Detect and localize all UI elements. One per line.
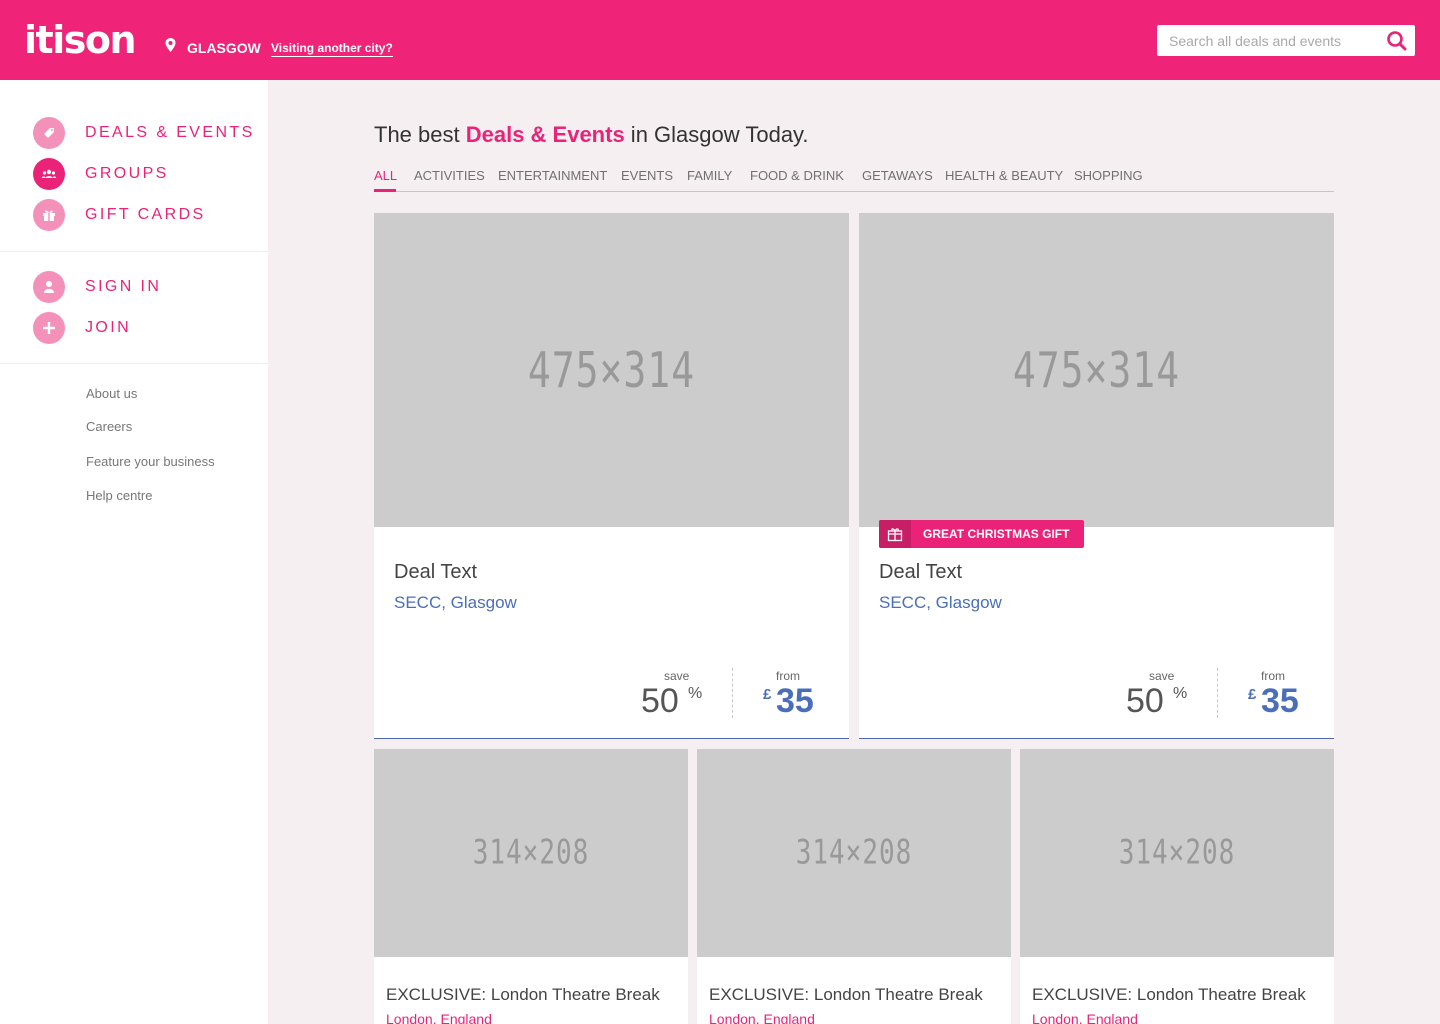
nav-label: DEALS & EVENTS xyxy=(85,124,255,141)
active-tab-indicator xyxy=(374,189,396,192)
help-centre-link[interactable]: Help centre xyxy=(86,488,152,503)
nav-groups[interactable]: GROUPS xyxy=(33,158,253,190)
tab-food-drink[interactable]: FOOD & DRINK xyxy=(750,168,844,183)
tab-entertainment[interactable]: ENTERTAINMENT xyxy=(498,168,607,183)
tab-health-beauty[interactable]: HEALTH & BEAUTY xyxy=(945,168,1063,183)
deal-image: 475×314 xyxy=(374,213,849,527)
careers-link[interactable]: Careers xyxy=(86,419,132,434)
nav-label: GROUPS xyxy=(85,165,169,182)
christmas-gift-badge: GREAT CHRISTMAS GIFT xyxy=(879,520,1084,548)
tag-icon xyxy=(33,117,65,149)
nav-label: GIFT CARDS xyxy=(85,206,206,223)
currency-symbol: £ xyxy=(763,686,772,703)
itison-logo[interactable]: itison xyxy=(24,16,137,64)
image-size-label: 475×314 xyxy=(527,341,696,399)
title-prefix: The best xyxy=(374,122,466,147)
deal-card-featured[interactable]: 475×314 Deal Text SECC, Glasgow save 50 … xyxy=(374,213,849,739)
tab-family[interactable]: FAMILY xyxy=(687,168,732,183)
deal-image: 314×208 xyxy=(1020,749,1334,957)
deal-image: 475×314 xyxy=(859,213,1334,527)
tab-getaways[interactable]: GETAWAYS xyxy=(862,168,933,183)
save-percent-value: 50 xyxy=(1126,682,1164,720)
tab-events[interactable]: EVENTS xyxy=(621,168,673,183)
image-size-label: 314×208 xyxy=(1118,833,1236,873)
about-us-link[interactable]: About us xyxy=(86,386,137,401)
people-icon xyxy=(33,158,65,190)
deal-image: 314×208 xyxy=(697,749,1011,957)
current-city: GLASGOW xyxy=(187,40,261,56)
nav-join[interactable]: JOIN xyxy=(33,312,253,344)
title-highlight: Deals & Events xyxy=(465,122,625,147)
tab-activities[interactable]: ACTIVITIES xyxy=(414,168,485,183)
location-pin-icon xyxy=(165,38,176,52)
deal-location: London, England xyxy=(1032,1011,1138,1024)
top-bar: itison GLASGOW Visiting another city? xyxy=(0,0,1440,80)
save-percent-value: 50 xyxy=(641,682,679,720)
nav-label: JOIN xyxy=(85,319,132,336)
deal-card[interactable]: 314×208 EXCLUSIVE: London Theatre Break … xyxy=(1020,749,1334,1024)
page-title: The best Deals & Events in Glasgow Today… xyxy=(374,121,809,149)
currency-symbol: £ xyxy=(1248,686,1257,703)
deal-location: London, England xyxy=(709,1011,815,1024)
visiting-another-city-link[interactable]: Visiting another city? xyxy=(271,41,393,57)
image-size-label: 314×208 xyxy=(795,833,913,873)
user-icon xyxy=(33,271,65,303)
search-box xyxy=(1157,25,1415,56)
deal-title: Deal Text xyxy=(879,561,963,583)
deal-title: EXCLUSIVE: London Theatre Break xyxy=(709,985,983,1004)
badge-text: GREAT CHRISTMAS GIFT xyxy=(923,527,1070,541)
deal-card-featured[interactable]: 475×314 GREAT CHRISTMAS GIFT Deal Text S… xyxy=(859,213,1334,739)
image-size-label: 314×208 xyxy=(472,833,590,873)
tab-all[interactable]: ALL xyxy=(374,168,397,183)
deal-title: EXCLUSIVE: London Theatre Break xyxy=(386,985,660,1004)
gift-icon xyxy=(33,199,65,231)
nav-label: SIGN IN xyxy=(85,278,162,295)
deal-card[interactable]: 314×208 EXCLUSIVE: London Theatre Break … xyxy=(697,749,1011,1024)
deal-image: 314×208 xyxy=(374,749,688,957)
gift-icon xyxy=(879,520,911,548)
category-tabs: ALL ACTIVITIES ENTERTAINMENT EVENTS FAMI… xyxy=(374,166,1334,192)
nav-sign-in[interactable]: SIGN IN xyxy=(33,271,253,303)
deal-card[interactable]: 314×208 EXCLUSIVE: London Theatre Break … xyxy=(374,749,688,1024)
price-divider xyxy=(732,668,733,718)
nav-gift-cards[interactable]: GIFT CARDS xyxy=(33,199,253,231)
deal-price: 35 xyxy=(776,682,814,720)
sidebar-divider xyxy=(0,251,268,252)
deal-location: London, England xyxy=(386,1011,492,1024)
sidebar: DEALS & EVENTS GROUPS GIFT CARDS SIGN IN… xyxy=(0,80,268,1024)
price-divider xyxy=(1217,668,1218,718)
deal-location: SECC, Glasgow xyxy=(394,593,517,612)
image-size-label: 475×314 xyxy=(1012,341,1181,399)
deal-title: Deal Text xyxy=(394,561,478,583)
deal-location: SECC, Glasgow xyxy=(879,593,1002,612)
deal-title: EXCLUSIVE: London Theatre Break xyxy=(1032,985,1306,1004)
plus-icon xyxy=(33,312,65,344)
title-suffix: in Glasgow Today. xyxy=(624,122,809,147)
tab-shopping[interactable]: SHOPPING xyxy=(1074,168,1143,183)
sidebar-divider xyxy=(0,363,268,364)
percent-sign: % xyxy=(688,685,703,702)
search-input[interactable] xyxy=(1157,25,1379,56)
search-icon[interactable] xyxy=(1385,30,1409,52)
percent-sign: % xyxy=(1173,685,1188,702)
deal-price: 35 xyxy=(1261,682,1299,720)
feature-your-business-link[interactable]: Feature your business xyxy=(86,454,215,469)
nav-deals-events[interactable]: DEALS & EVENTS xyxy=(33,117,253,149)
